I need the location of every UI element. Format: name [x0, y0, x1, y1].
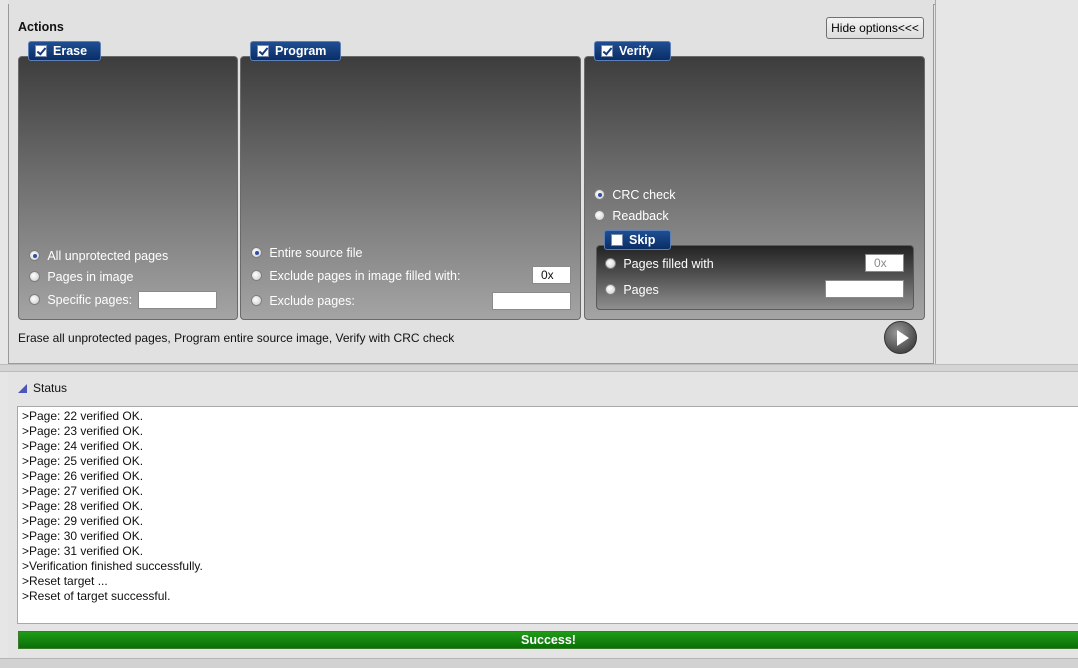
program-exclude-filled-label: Exclude pages in image filled with:	[269, 269, 461, 283]
skip-pages-filled-radio[interactable]	[605, 258, 616, 269]
bottom-bar	[0, 658, 1078, 668]
erase-specific-label: Specific pages:	[47, 293, 133, 307]
right-empty-area	[935, 0, 1078, 364]
erase-tab[interactable]: Erase	[28, 41, 101, 61]
skip-pages-input[interactable]	[825, 280, 904, 298]
erase-specific-pages-input[interactable]	[138, 291, 217, 309]
erase-all-radio[interactable]	[29, 250, 40, 261]
log-line: >Page: 27 verified OK.	[22, 484, 144, 498]
erase-option-all-unprotected[interactable]: All unprotected pages	[29, 249, 168, 263]
log-line: >Page: 29 verified OK.	[22, 514, 144, 528]
collapse-triangle-icon[interactable]	[18, 384, 27, 393]
log-line: >Verification finished successfully.	[22, 559, 203, 573]
verify-readback-label: Readback	[612, 209, 669, 223]
progress-label: Success!	[521, 633, 576, 647]
run-button[interactable]	[884, 321, 917, 354]
play-icon	[897, 330, 909, 346]
log-line: >Page: 26 verified OK.	[22, 469, 144, 483]
program-entire-label: Entire source file	[269, 246, 363, 260]
skip-fill-value-input[interactable]: 0x	[865, 254, 904, 272]
erase-option-specific-pages[interactable]: Specific pages:	[29, 293, 132, 307]
log-line: >Page: 24 verified OK.	[22, 439, 144, 453]
status-log[interactable]: >Page: 22 verified OK. >Page: 23 verifie…	[17, 406, 1078, 624]
erase-pages-in-image-radio[interactable]	[29, 271, 40, 282]
skip-option-pages[interactable]: Pages	[605, 283, 659, 297]
erase-option-pages-in-image[interactable]: Pages in image	[29, 270, 134, 284]
program-option-entire-source[interactable]: Entire source file	[251, 246, 362, 260]
skip-option-pages-filled[interactable]: Pages filled with	[605, 257, 714, 271]
program-exclude-pages-radio[interactable]	[251, 295, 262, 306]
progress-bar: Success!	[18, 631, 1078, 649]
program-tab[interactable]: Program	[250, 41, 341, 61]
erase-checkbox[interactable]	[35, 45, 47, 57]
program-entire-radio[interactable]	[251, 247, 262, 258]
program-exclude-pages-input[interactable]	[492, 292, 571, 310]
hide-options-button[interactable]: Hide options<<<	[826, 17, 924, 39]
log-line: >Page: 30 verified OK.	[22, 529, 144, 543]
actions-summary: Erase all unprotected pages, Program ent…	[18, 331, 455, 345]
actions-title: Actions	[18, 20, 64, 34]
verify-checkbox[interactable]	[601, 45, 613, 57]
log-line: >Reset target ...	[22, 574, 108, 588]
program-tab-label: Program	[275, 44, 327, 58]
status-title: Status	[33, 381, 68, 395]
skip-tab[interactable]: Skip	[604, 230, 671, 250]
verify-option-crc[interactable]: CRC check	[594, 188, 676, 202]
verify-tab-label: Verify	[619, 44, 654, 58]
verify-readback-radio[interactable]	[594, 210, 605, 221]
skip-pages-label: Pages	[623, 283, 659, 297]
erase-tab-label: Erase	[53, 44, 88, 58]
erase-all-label: All unprotected pages	[47, 249, 169, 263]
splitter[interactable]	[0, 364, 1078, 372]
verify-option-readback[interactable]: Readback	[594, 209, 669, 223]
skip-pages-radio[interactable]	[605, 284, 616, 295]
program-checkbox[interactable]	[257, 45, 269, 57]
skip-tab-label: Skip	[629, 233, 656, 247]
program-option-exclude-filled[interactable]: Exclude pages in image filled with:	[251, 269, 460, 283]
log-line: >Page: 31 verified OK.	[22, 544, 144, 558]
program-exclude-filled-radio[interactable]	[251, 270, 262, 281]
log-line: >Page: 28 verified OK.	[22, 499, 144, 513]
log-line: >Page: 23 verified OK.	[22, 424, 144, 438]
verify-crc-label: CRC check	[612, 188, 676, 202]
erase-specific-radio[interactable]	[29, 294, 40, 305]
log-line: >Page: 25 verified OK.	[22, 454, 144, 468]
skip-checkbox[interactable]	[611, 234, 623, 246]
skip-pages-filled-label: Pages filled with	[623, 257, 714, 271]
program-exclude-pages-label: Exclude pages:	[269, 294, 355, 308]
log-line: >Reset of target successful.	[22, 589, 171, 603]
program-fill-value-input[interactable]: 0x	[532, 266, 571, 284]
log-line: >Page: 22 verified OK.	[22, 409, 144, 423]
status-header[interactable]: Status	[18, 381, 67, 395]
program-option-exclude-pages[interactable]: Exclude pages:	[251, 294, 355, 308]
erase-pages-in-image-label: Pages in image	[47, 270, 134, 284]
verify-tab[interactable]: Verify	[594, 41, 671, 61]
verify-crc-radio[interactable]	[594, 189, 605, 200]
